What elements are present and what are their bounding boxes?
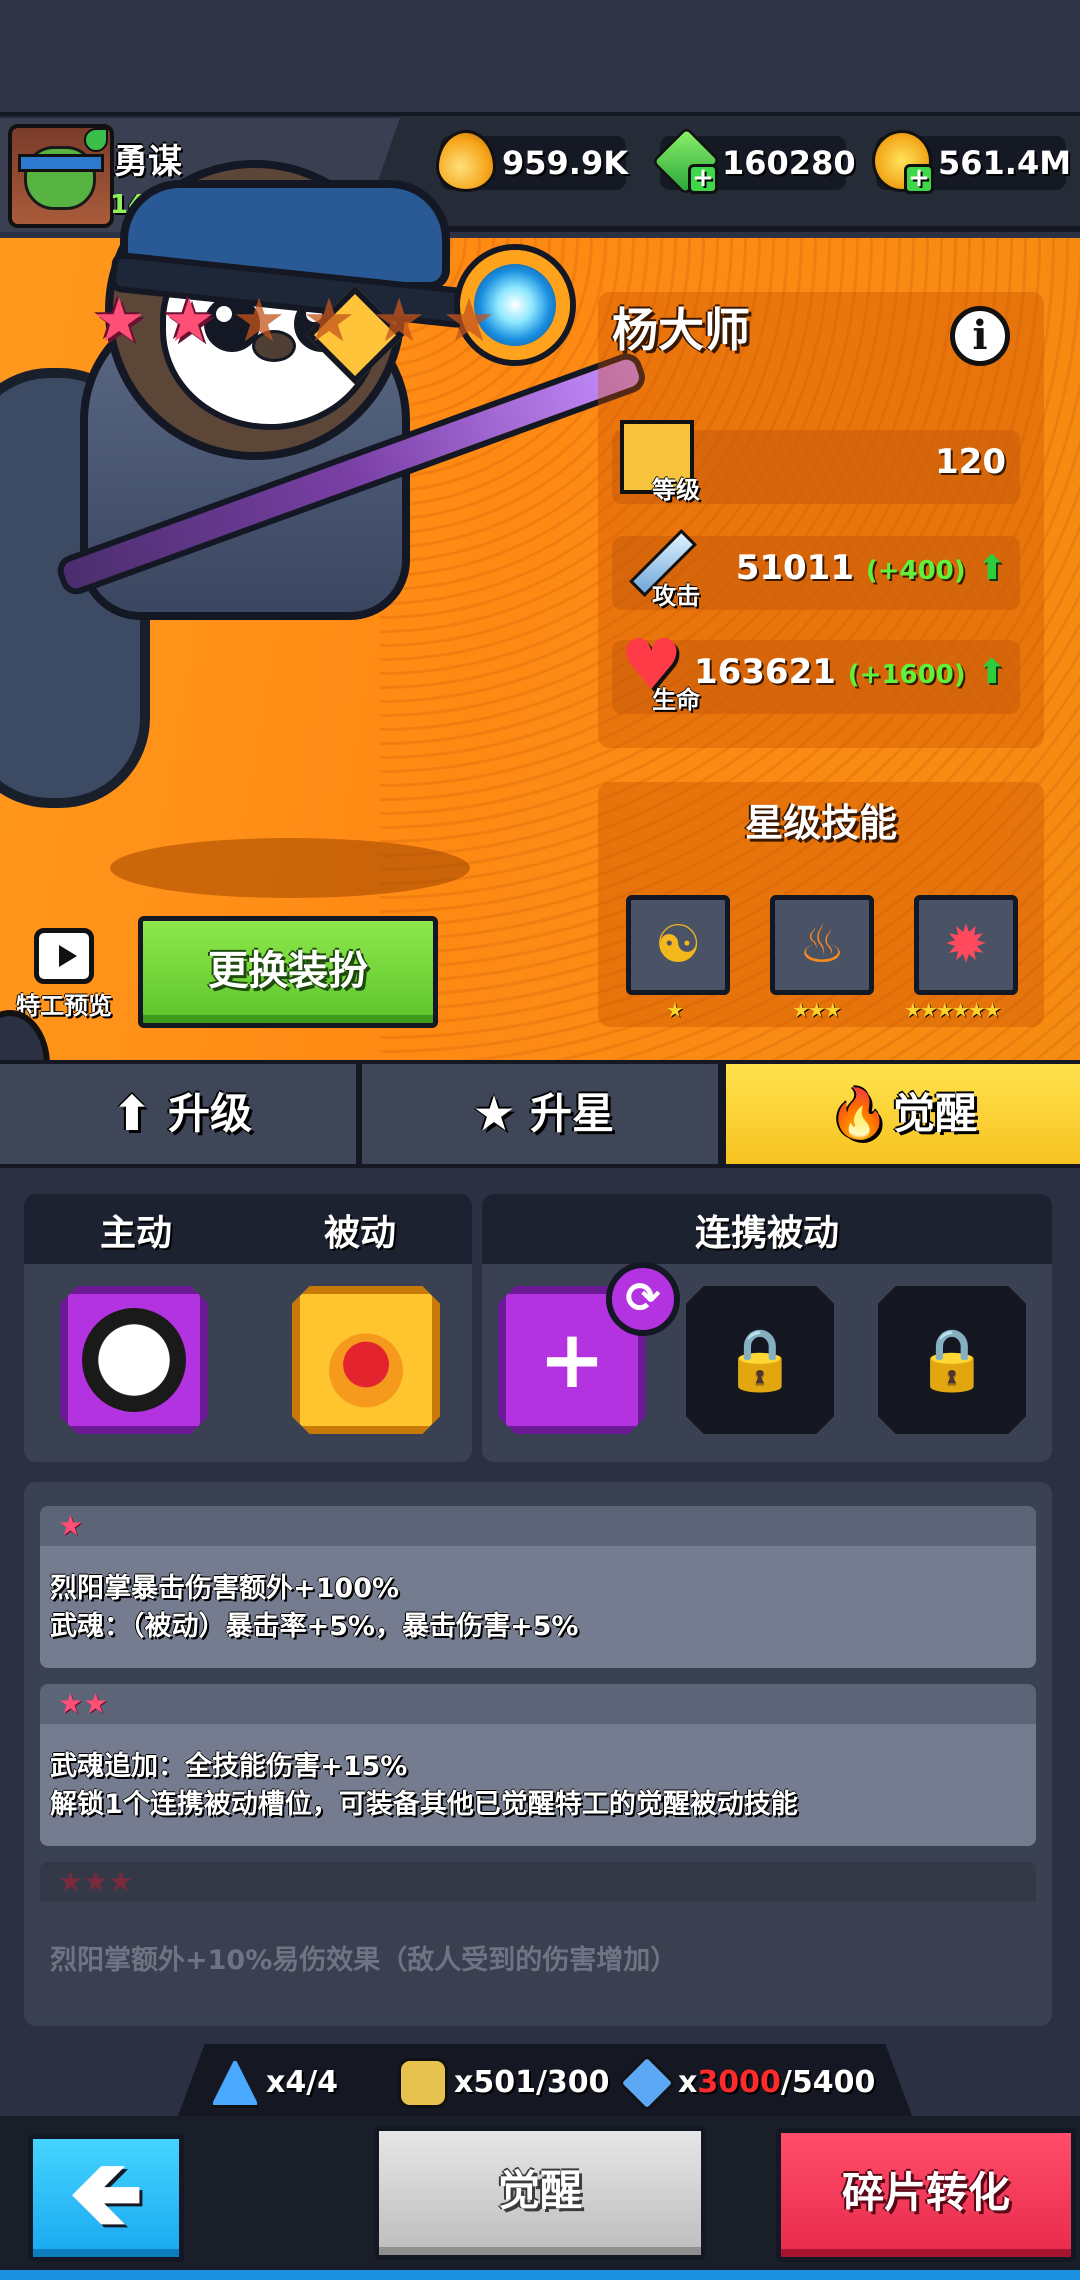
attack-value: 51011 [735, 548, 854, 588]
change-outfit-button[interactable]: 更换装扮 [138, 916, 438, 1028]
attack-bonus: (+400) [865, 556, 966, 586]
awaken-material-1-count: x4/4 [266, 2065, 339, 2100]
awaken-level-text: 烈阳掌额外+10%易伤效果（敌人受到的伤害增加） [40, 1902, 1036, 2016]
passive-skill-title: 被动 [323, 1213, 396, 1254]
rarity-star-empty-icon: ★ [232, 286, 286, 356]
star-skills-title: 星级技能 [744, 801, 897, 845]
blue-shard-icon [618, 2054, 676, 2112]
fire-gourd-icon[interactable]: ♨ [770, 895, 874, 995]
stat-value-attack: 51011 (+400) ⬆ [736, 548, 1006, 588]
fire-beast-icon[interactable]: ✹ [914, 895, 1018, 995]
video-play-icon [34, 928, 94, 984]
currency-coins[interactable]: + 561.4M [872, 130, 1071, 194]
arrow-up-icon: ⬆ [977, 548, 1007, 588]
rarity-star-empty-icon: ★ [372, 286, 426, 356]
linked-passive-title: 连携被动 [694, 1213, 839, 1254]
currency-coins-value: 561.4M [938, 144, 1072, 182]
rarity-star-empty-icon: ★ [442, 286, 496, 356]
tab-awaken[interactable]: 🔥 觉醒 [726, 1064, 1080, 1164]
player-avatar[interactable] [8, 124, 114, 228]
currency-gems-value: 160280 [722, 144, 856, 182]
lock-icon: 🔒 [722, 1325, 798, 1395]
player-name: 勇谋 [114, 142, 182, 182]
awaken-level-card: ★★ 武魂追加：全技能伤害+15% 解锁1个连携被动槽位，可装备其他已觉醒特工的… [40, 1684, 1036, 1846]
bottom-strip [0, 2270, 1080, 2280]
hp-value: 163621 [693, 652, 836, 692]
active-skill-slot[interactable] [60, 1286, 208, 1434]
add-coins-icon[interactable]: + [904, 164, 934, 194]
swap-icon[interactable]: ⟳ [606, 1262, 680, 1336]
arrow-up-icon: ⬆ [111, 1086, 153, 1142]
shard-convert-button[interactable]: 碎片转化 [776, 2128, 1076, 2262]
awaken-material-3: x3000/5400 [618, 2054, 876, 2112]
tab-upgrade[interactable]: ⬆ 升级 [0, 1064, 356, 1164]
awaken-material-2-count: x501/300 [454, 2065, 610, 2100]
flame-icon: 🔥 [828, 1086, 889, 1142]
awaken-level-text: 武魂追加：全技能伤害+15% 解锁1个连携被动槽位，可装备其他已觉醒特工的觉醒被… [40, 1724, 1036, 1846]
rarity-star-icon: ★ [92, 286, 146, 356]
awaken-level-stars: ★ [40, 1506, 1036, 1546]
stat-label-attack: 攻击 [652, 582, 700, 610]
awaken-material-3-need: /5400 [780, 2065, 876, 2100]
star-skill-3-stars: ★★★★★★ [904, 998, 1002, 1022]
awaken-material-2: x501/300 [398, 2058, 610, 2108]
stat-label-level: 等级 [652, 476, 700, 504]
currency-drops[interactable]: 959.9K [436, 130, 629, 192]
star-skill-2-stars: ★★★ [792, 998, 842, 1022]
stat-row-attack: 攻击 51011 (+400) ⬆ [612, 529, 1020, 610]
awaken-level-stars: ★★ [40, 1684, 1036, 1724]
gourd-icon: ● [314, 1308, 418, 1412]
awaken-material-3-prefix: x [678, 2065, 698, 2100]
rarity-star-icon: ★ [162, 286, 216, 356]
stat-label-hp: 生命 [652, 686, 700, 714]
active-skill-title: 主动 [99, 1213, 172, 1254]
currency-drops-value: 959.9K [502, 144, 629, 182]
add-gems-icon[interactable]: + [688, 164, 718, 194]
lock-icon: 🔒 [914, 1325, 990, 1395]
linked-slot-locked: 🔒 [686, 1286, 834, 1434]
gold-token-icon [398, 2058, 448, 2108]
awaken-level-card: ★ 烈阳掌暴击伤害额外+100% 武魂：（被动）暴击率+5%，暴击伤害+5% [40, 1506, 1036, 1668]
paw-yin-yang-icon [82, 1308, 186, 1412]
star-icon: ★ [472, 1086, 516, 1142]
info-button[interactable]: i [950, 306, 1010, 366]
back-arrow-icon: 🡸 [69, 2141, 143, 2246]
arrow-up-icon: ⬆ [977, 652, 1007, 692]
tab-upgrade-label: 升级 [167, 1089, 252, 1138]
hero-shadow [110, 838, 470, 898]
rarity-star-empty-icon: ★ [302, 286, 356, 356]
star-skill-1-stars: ★ [666, 998, 684, 1022]
awaken-level-text: 烈阳掌暴击伤害额外+100% 武魂：（被动）暴击率+5%，暴击伤害+5% [40, 1546, 1036, 1668]
awaken-material-1: x4/4 [210, 2058, 338, 2108]
awaken-button[interactable]: 觉醒 [374, 2126, 706, 2260]
awaken-line: 烈阳掌额外+10%易伤效果（敌人受到的伤害增加） [50, 1945, 678, 1976]
golden-drop-icon [436, 130, 496, 192]
hero-name: 杨大师 [612, 303, 750, 357]
back-button[interactable]: 🡸 [28, 2134, 184, 2262]
awaken-line: 武魂：（被动）暴击率+5%，暴击伤害+5% [50, 1611, 579, 1642]
stat-row-level: 等级 120 [612, 420, 1020, 504]
awaken-material-3-have: 3000 [697, 2065, 781, 2100]
passive-skill-slot[interactable]: ● [292, 1286, 440, 1434]
currency-gems[interactable]: + 160280 [651, 126, 856, 196]
stat-value-level: 120 [935, 442, 1006, 482]
triangle-emblem-icon [210, 2058, 260, 2108]
hp-bonus: (+1600) [847, 660, 966, 690]
linked-slot-locked: 🔒 [878, 1286, 1026, 1434]
yin-yang-icon[interactable]: ☯ [626, 895, 730, 995]
stat-value-hp: 163621 (+1600) ⬆ [694, 652, 1006, 692]
awaken-line: 武魂追加：全技能伤害+15% [50, 1751, 408, 1782]
status-bar [0, 0, 1080, 112]
awaken-line: 解锁1个连携被动槽位，可装备其他已觉醒特工的觉醒被动技能 [50, 1789, 798, 1820]
awaken-line: 烈阳掌暴击伤害额外+100% [50, 1573, 400, 1604]
tab-star-up[interactable]: ★ 升星 [362, 1064, 718, 1164]
tab-star-up-label: 升星 [529, 1089, 614, 1138]
awaken-level-stars: ★★★ [40, 1862, 1036, 1902]
awaken-level-card-locked: ★★★ 烈阳掌额外+10%易伤效果（敌人受到的伤害增加） [40, 1862, 1036, 2016]
tab-awaken-label: 觉醒 [892, 1089, 977, 1138]
stat-row-hp: ♥ 生命 163621 (+1600) ⬆ [612, 630, 1020, 714]
